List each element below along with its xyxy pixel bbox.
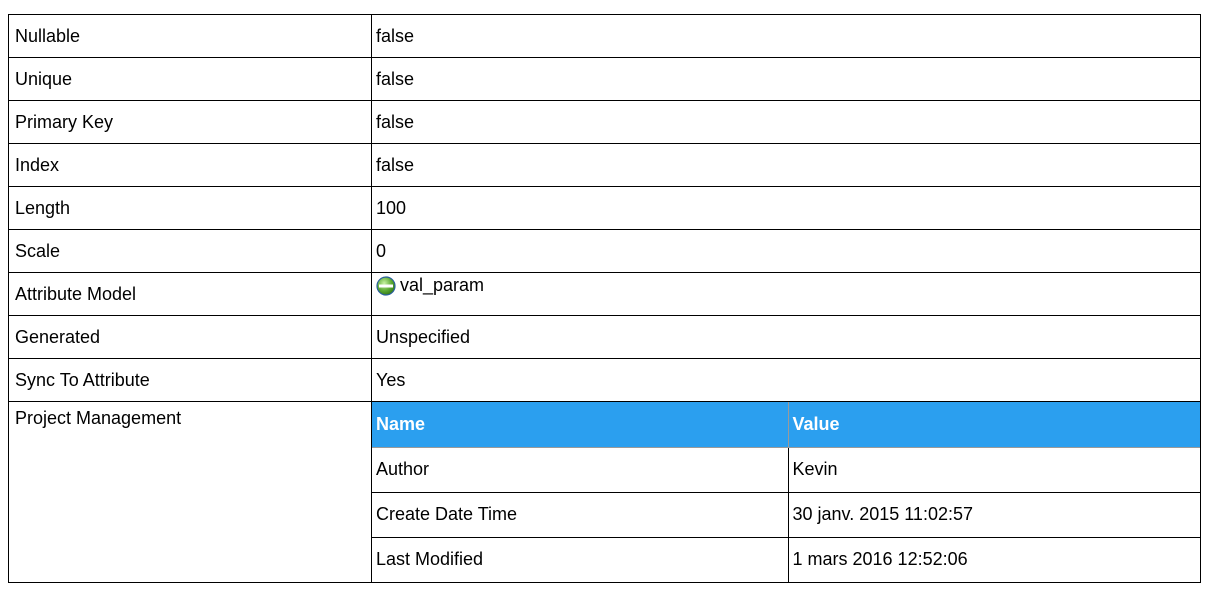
project-management-table: Name Value Author Kevin Create Date Time… xyxy=(372,402,1200,582)
property-row-attribute-model: Attribute Model val_param xyxy=(8,272,1201,316)
property-value: 0 xyxy=(371,229,1201,273)
property-row-length: Length 100 xyxy=(8,186,1201,230)
property-label: Attribute Model xyxy=(8,272,372,316)
property-row-project-management: Project Management Name Value Author Kev… xyxy=(8,401,1201,583)
property-value: 100 xyxy=(371,186,1201,230)
property-label: Primary Key xyxy=(8,100,372,144)
property-label: Project Management xyxy=(8,401,372,583)
row-name: Create Date Time xyxy=(372,491,789,538)
property-value: Unspecified xyxy=(371,315,1201,359)
row-value: Kevin xyxy=(787,446,1200,493)
column-header-value: Value xyxy=(787,402,1200,448)
property-row-scale: Scale 0 xyxy=(8,229,1201,273)
property-row-sync-to-attribute: Sync To Attribute Yes xyxy=(8,358,1201,402)
table-header-row: Name Value xyxy=(372,402,1200,448)
property-row-primary-key: Primary Key false xyxy=(8,100,1201,144)
table-row: Author Kevin xyxy=(372,446,1200,493)
table-row: Create Date Time 30 janv. 2015 11:02:57 xyxy=(372,491,1200,538)
property-value: false xyxy=(371,14,1201,58)
property-value: false xyxy=(371,100,1201,144)
property-row-generated: Generated Unspecified xyxy=(8,315,1201,359)
property-label: Unique xyxy=(8,57,372,101)
property-label: Scale xyxy=(8,229,372,273)
property-row-unique: Unique false xyxy=(8,57,1201,101)
project-management-cell: Name Value Author Kevin Create Date Time… xyxy=(371,401,1201,583)
property-value: false xyxy=(371,143,1201,187)
attribute-model-link[interactable]: val_param xyxy=(376,275,484,296)
property-value: false xyxy=(371,57,1201,101)
property-label: Index xyxy=(8,143,372,187)
attribute-model-value: val_param xyxy=(400,275,485,296)
row-name: Last Modified xyxy=(372,536,789,582)
property-row-index: Index false xyxy=(8,143,1201,187)
property-label: Length xyxy=(8,186,372,230)
property-label: Generated xyxy=(8,315,372,359)
property-label: Sync To Attribute xyxy=(8,358,372,402)
row-value: 1 mars 2016 12:52:06 xyxy=(787,536,1200,582)
row-value: 30 janv. 2015 11:02:57 xyxy=(787,491,1200,538)
property-value: Yes xyxy=(371,358,1201,402)
property-label: Nullable xyxy=(8,14,372,58)
row-name: Author xyxy=(372,446,789,493)
property-row-nullable: Nullable false xyxy=(8,14,1201,58)
column-header-name: Name xyxy=(372,402,789,448)
table-row: Last Modified 1 mars 2016 12:52:06 xyxy=(372,536,1200,582)
attribute-model-icon xyxy=(376,276,396,296)
property-value: val_param xyxy=(371,272,1201,316)
properties-table: Nullable false Unique false Primary Key … xyxy=(8,14,1201,583)
